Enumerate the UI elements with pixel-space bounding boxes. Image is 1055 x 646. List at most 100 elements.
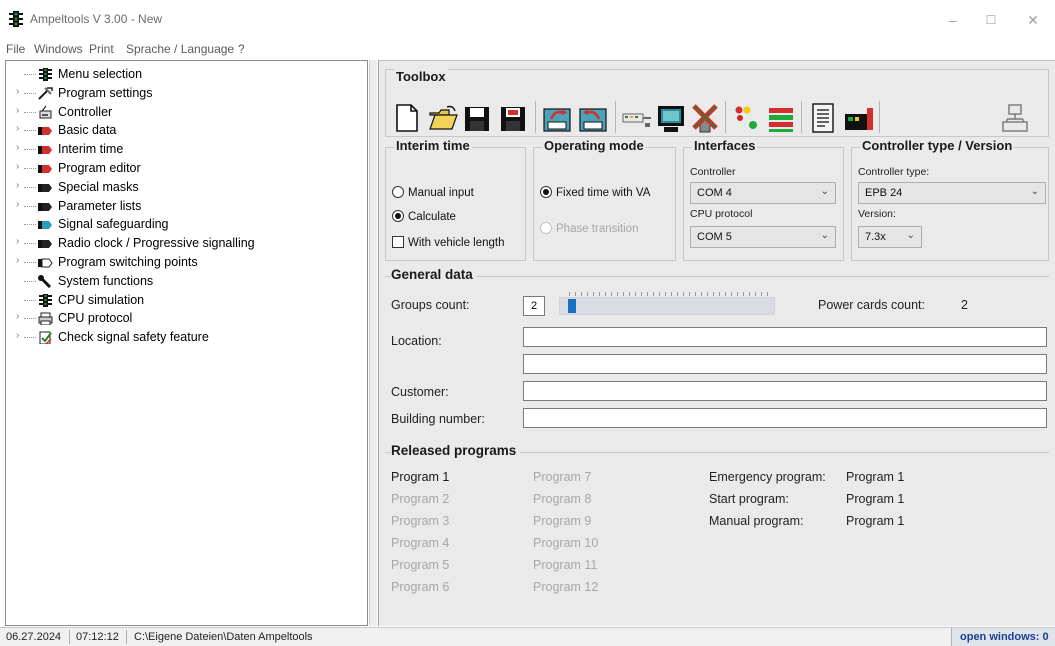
released-program-item[interactable]: Program 6	[391, 580, 449, 594]
tree-item[interactable]: › Parameter lists	[6, 198, 366, 216]
vehicle-length-checkbox[interactable]: With vehicle length	[392, 236, 505, 249]
menu-windows[interactable]: Windows	[34, 42, 83, 56]
controller-icon	[39, 105, 52, 119]
expand-arrow-icon[interactable]: ›	[16, 180, 19, 191]
save-icon[interactable]	[461, 101, 493, 135]
slider-thumb[interactable]	[568, 299, 576, 313]
released-programs-title: Released programs	[391, 443, 521, 458]
tree-item[interactable]: › CPU protocol	[6, 310, 366, 328]
calculate-radio[interactable]: Calculate	[392, 210, 456, 223]
menu-file[interactable]: File	[6, 42, 25, 56]
tree-item-label: Interim time	[58, 142, 124, 157]
emergency-program-label: Emergency program:	[709, 470, 826, 484]
expand-arrow-icon[interactable]: ›	[16, 330, 19, 341]
menu-print[interactable]: Print	[89, 42, 114, 56]
delete-icon[interactable]	[689, 101, 721, 135]
device-icon[interactable]	[843, 101, 875, 135]
expand-arrow-icon[interactable]: ›	[16, 236, 19, 247]
status-time: 07:12:12	[76, 631, 119, 643]
start-program-value: Program 1	[846, 492, 905, 506]
tree-item[interactable]: › Program settings	[6, 85, 366, 103]
released-program-item[interactable]: Program 12	[533, 580, 598, 594]
building-number-input[interactable]	[523, 408, 1047, 428]
new-file-icon[interactable]	[391, 101, 423, 135]
released-program-item[interactable]: Program 4	[391, 536, 449, 550]
tree-item[interactable]: › Controller	[6, 104, 366, 122]
radio-button-selected[interactable]	[392, 210, 404, 222]
tree-item-label: Radio clock / Progressive signalling	[58, 236, 255, 251]
groups-count-slider[interactable]	[559, 297, 775, 315]
location-input[interactable]	[523, 327, 1047, 347]
released-program-item[interactable]: Program 9	[533, 514, 591, 528]
controller-port-select[interactable]: COM 4 ⌄	[690, 182, 836, 204]
signals-icon[interactable]	[731, 101, 763, 135]
version-value: 7.3x	[865, 231, 886, 243]
tree-item-label: Basic data	[58, 123, 117, 138]
expand-arrow-icon[interactable]: ›	[16, 161, 19, 172]
released-program-item[interactable]: Program 11	[533, 558, 597, 572]
released-program-item[interactable]: Program 10	[533, 536, 598, 550]
menu-help[interactable]: ?	[238, 42, 245, 56]
version-select[interactable]: 7.3x ⌄	[858, 226, 922, 248]
monitor-icon[interactable]	[655, 101, 687, 135]
import-icon[interactable]	[577, 101, 609, 135]
released-program-item[interactable]: Program 3	[391, 514, 449, 528]
status-date: 06.27.2024	[6, 631, 62, 643]
menu-language[interactable]: Sprache / Language	[126, 42, 234, 56]
start-program-label: Start program:	[709, 492, 789, 506]
color-bars-icon[interactable]	[765, 101, 797, 135]
close-button[interactable]: ✕	[1018, 8, 1048, 32]
general-data-title: General data	[391, 267, 477, 282]
expand-arrow-icon[interactable]: ›	[16, 199, 19, 210]
expand-arrow-icon[interactable]: ›	[16, 105, 19, 116]
expand-arrow-icon[interactable]: ›	[16, 123, 19, 134]
location-input-2[interactable]	[523, 354, 1047, 374]
tree-item-label: CPU simulation	[58, 292, 145, 307]
tree-item[interactable]: › Program switching points	[6, 254, 366, 272]
cpu-protocol-port-select[interactable]: COM 5 ⌄	[690, 226, 836, 248]
tree-item[interactable]: › Basic data	[6, 122, 366, 140]
open-folder-icon[interactable]	[427, 101, 459, 135]
tree-item[interactable]: › Program editor	[6, 160, 366, 178]
splitter[interactable]	[369, 60, 377, 626]
released-program-item[interactable]: Program 7	[533, 470, 591, 484]
interim-time-title: Interim time	[394, 138, 472, 153]
controller-label: Controller	[690, 166, 736, 178]
expand-arrow-icon[interactable]: ›	[16, 311, 19, 322]
radio-button-selected[interactable]	[540, 186, 552, 198]
maximize-button[interactable]: ☐	[976, 8, 1006, 32]
tree-item[interactable]: › Radio clock / Progressive signalling	[6, 235, 366, 253]
released-program-item[interactable]: Program 1	[391, 470, 449, 484]
released-program-item[interactable]: Program 5	[391, 558, 449, 572]
released-program-item[interactable]: Program 2	[391, 492, 449, 506]
radio-button-disabled	[540, 222, 552, 234]
tree-item[interactable]: › Interim time	[6, 141, 366, 159]
checkbox[interactable]	[392, 236, 404, 248]
tree-item[interactable]: › Special masks	[6, 179, 366, 197]
expand-arrow-icon[interactable]: ›	[16, 86, 19, 97]
export-icon[interactable]	[541, 101, 573, 135]
minimize-button[interactable]: –	[938, 8, 968, 32]
navigation-tree[interactable]: Menu selection › Program settings › Controll…	[5, 60, 368, 626]
check-doc-icon	[39, 331, 52, 345]
customer-input[interactable]	[523, 381, 1047, 401]
report-icon[interactable]	[807, 101, 839, 135]
tree-item[interactable]: Menu selection	[6, 66, 366, 84]
tree-item[interactable]: System functions	[6, 273, 366, 291]
save-as-icon[interactable]	[497, 101, 529, 135]
manual-input-radio[interactable]: Manual input	[392, 186, 474, 199]
expand-arrow-icon[interactable]: ›	[16, 142, 19, 153]
expand-arrow-icon[interactable]: ›	[16, 255, 19, 266]
groups-count-input[interactable]: 2	[523, 296, 545, 316]
building-number-label: Building number:	[391, 412, 485, 426]
connection-icon[interactable]	[621, 101, 653, 135]
tree-item[interactable]: Signal safeguarding	[6, 216, 366, 234]
released-program-item[interactable]: Program 8	[533, 492, 591, 506]
controller-type-title: Controller type / Version	[860, 138, 1015, 153]
tree-item[interactable]: › Check signal safety feature	[6, 329, 366, 347]
tree-item[interactable]: CPU simulation	[6, 292, 366, 310]
radio-button[interactable]	[392, 186, 404, 198]
network-icon[interactable]	[999, 101, 1031, 135]
controller-type-select[interactable]: EPB 24 ⌄	[858, 182, 1046, 204]
fixed-time-radio[interactable]: Fixed time with VA	[540, 186, 650, 199]
